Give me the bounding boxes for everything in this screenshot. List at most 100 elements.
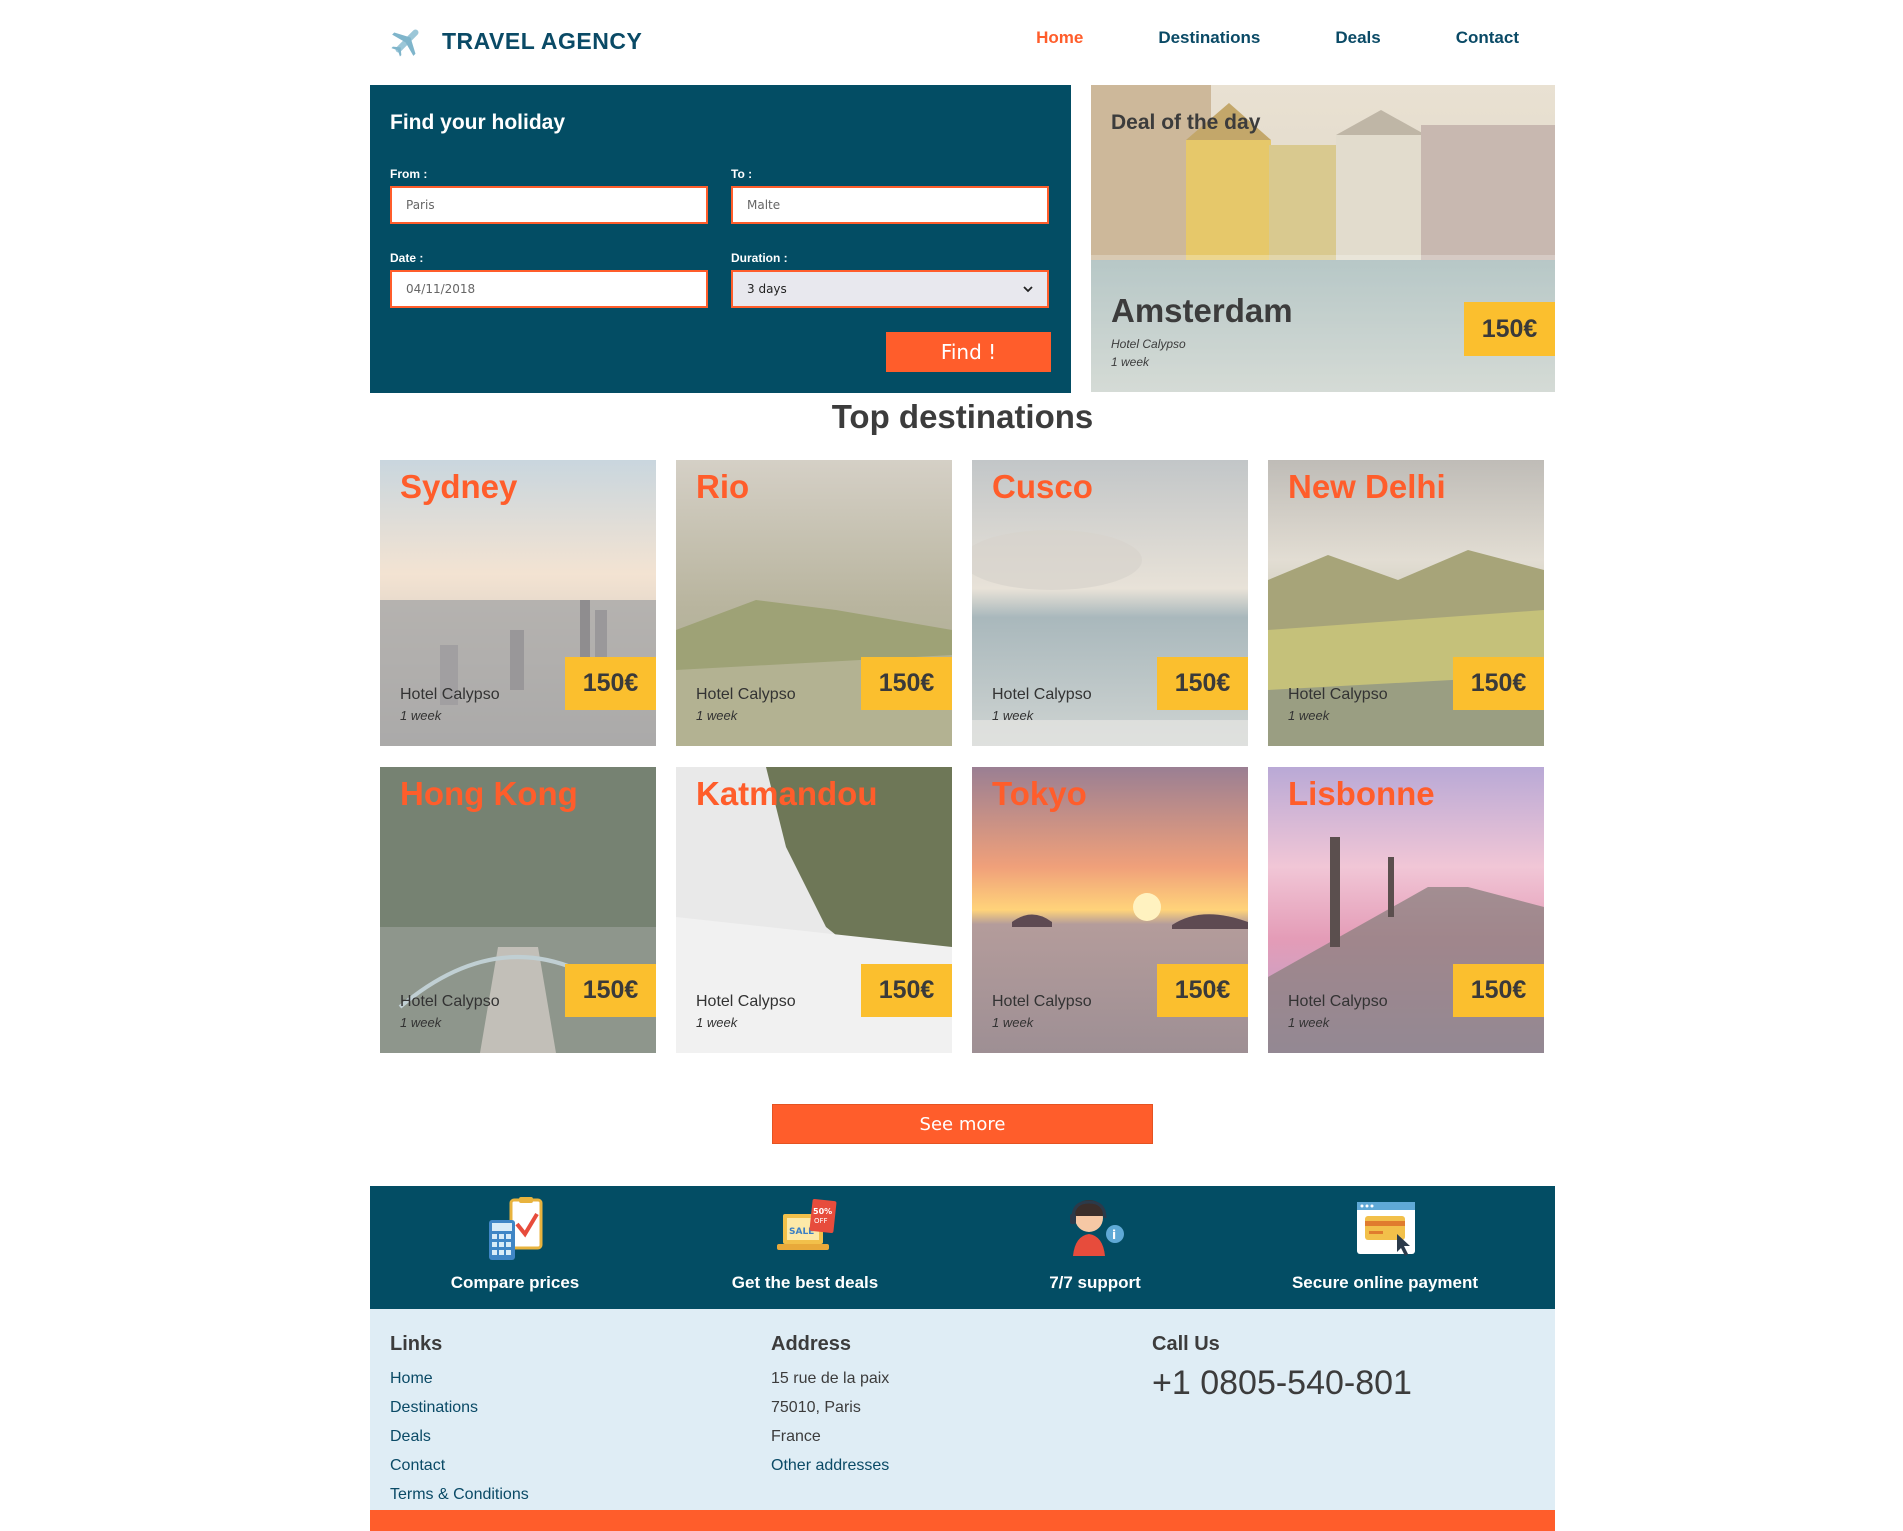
see-more-button[interactable]: See more <box>772 1104 1153 1144</box>
card-duration: 1 week <box>1288 708 1330 723</box>
airplane-icon <box>391 29 419 57</box>
destination-card[interactable]: Tokyo 150€ Hotel Calypso 1 week <box>972 767 1248 1053</box>
destination-card[interactable]: Hong Kong 150€ Hotel Calypso 1 week <box>380 767 656 1053</box>
laptop-sale-icon: SALE 50% OFF <box>777 1199 837 1250</box>
card-city: Sydney <box>400 468 518 505</box>
footer-address: Address 15 rue de la paix 75010, Paris F… <box>771 1333 889 1480</box>
footer-links: Links Home Destinations Deals Contact Te… <box>390 1333 529 1509</box>
phone-number[interactable]: +1 0805-540-801 <box>1152 1364 1412 1403</box>
calculator-checklist-icon <box>489 1197 543 1260</box>
card-price: 150€ <box>861 657 952 710</box>
card-city: Lisbonne <box>1288 775 1435 812</box>
to-field-group: To : Malte <box>731 167 1049 224</box>
svg-text:50%: 50% <box>813 1207 832 1216</box>
card-price: 150€ <box>1453 964 1544 1017</box>
card-duration: 1 week <box>696 708 738 723</box>
footer-bottom-bar <box>370 1510 1555 1531</box>
card-city: Hong Kong <box>400 775 578 812</box>
main-nav: Home Destinations Deals Contact <box>1036 28 1519 48</box>
card-duration: 1 week <box>400 708 442 723</box>
features-band: Compare prices SALE 50% OFF Get the best… <box>370 1186 1555 1309</box>
card-price: 150€ <box>1157 657 1248 710</box>
footer-link-destinations[interactable]: Destinations <box>390 1393 529 1422</box>
feature-label: Secure online payment <box>1291 1273 1479 1292</box>
feature-label: Get the best deals <box>731 1273 879 1292</box>
other-addresses-link[interactable]: Other addresses <box>771 1451 889 1480</box>
card-hotel: Hotel Calypso <box>696 686 796 703</box>
footer-call-us: Call Us +1 0805-540-801 <box>1152 1333 1412 1403</box>
card-duration: 1 week <box>400 1015 442 1030</box>
card-price: 150€ <box>565 964 656 1017</box>
nav-contact[interactable]: Contact <box>1456 28 1519 48</box>
footer-address-title: Address <box>771 1333 852 1355</box>
card-city: Cusco <box>992 468 1093 505</box>
footer-link-terms[interactable]: Terms & Conditions <box>390 1480 529 1509</box>
top-destinations-title: Top destinations <box>831 398 1094 435</box>
credit-card-window-icon <box>1357 1202 1415 1256</box>
feature-label: 7/7 support <box>1049 1273 1141 1292</box>
date-label: Date : <box>390 251 424 265</box>
destination-card[interactable]: Rio 150€ Hotel Calypso 1 week <box>676 460 952 746</box>
address-line: 15 rue de la paix <box>771 1370 890 1387</box>
address-line: France <box>771 1428 821 1445</box>
feature-label: Compare prices <box>450 1273 580 1292</box>
deal-title: Deal of the day <box>1111 111 1261 134</box>
footer-links-title: Links <box>390 1333 443 1355</box>
card-hotel: Hotel Calypso <box>400 686 500 703</box>
deal-duration: 1 week <box>1111 355 1150 369</box>
card-price: 150€ <box>1453 657 1544 710</box>
address-line: 75010, Paris <box>771 1399 861 1416</box>
nav-deals[interactable]: Deals <box>1335 28 1380 48</box>
destination-card[interactable]: New Delhi 150€ Hotel Calypso 1 week <box>1268 460 1544 746</box>
nav-home[interactable]: Home <box>1036 28 1083 48</box>
destination-card[interactable]: Katmandou 150€ Hotel Calypso 1 week <box>676 767 952 1053</box>
to-input[interactable]: Malte <box>731 186 1049 224</box>
logo[interactable]: TRAVEL AGENCY <box>390 24 642 58</box>
footer-link-deals[interactable]: Deals <box>390 1422 529 1451</box>
deal-price: 150€ <box>1464 302 1555 356</box>
find-button[interactable]: Find ! <box>886 332 1051 372</box>
card-city: Katmandou <box>696 775 878 812</box>
holiday-search-form: Find your holiday From : Paris To : Malt… <box>370 85 1071 393</box>
date-field-group: Date : 04/11/2018 <box>390 251 708 308</box>
card-price: 150€ <box>565 657 656 710</box>
logo-text: TRAVEL AGENCY <box>442 27 643 54</box>
support-agent-icon: i <box>1070 1200 1124 1256</box>
site-footer: Links Home Destinations Deals Contact Te… <box>370 1309 1555 1530</box>
deal-hotel: Hotel Calypso <box>1111 337 1186 351</box>
search-title: Find your holiday <box>390 111 566 134</box>
duration-label: Duration : <box>731 251 788 265</box>
deal-city: Amsterdam <box>1111 292 1293 329</box>
card-price: 150€ <box>1157 964 1248 1017</box>
card-duration: 1 week <box>992 708 1034 723</box>
site-header: TRAVEL AGENCY Home Destinations Deals Co… <box>370 0 1555 85</box>
date-input[interactable]: 04/11/2018 <box>390 270 708 308</box>
duration-field-group: Duration : 3 days <box>731 251 1049 308</box>
destination-card[interactable]: Sydney 150€ Hotel Calypso 1 week <box>380 460 656 746</box>
footer-link-contact[interactable]: Contact <box>390 1451 529 1480</box>
chevron-down-icon <box>1023 286 1033 293</box>
footer-link-home[interactable]: Home <box>390 1364 529 1393</box>
card-hotel: Hotel Calypso <box>1288 993 1388 1010</box>
from-label: From : <box>390 167 428 181</box>
footer-call-title: Call Us <box>1152 1333 1220 1355</box>
destination-card[interactable]: Cusco 150€ Hotel Calypso 1 week <box>972 460 1248 746</box>
card-city: Tokyo <box>992 775 1087 812</box>
card-hotel: Hotel Calypso <box>992 993 1092 1010</box>
card-duration: 1 week <box>696 1015 738 1030</box>
card-hotel: Hotel Calypso <box>696 993 796 1010</box>
card-hotel: Hotel Calypso <box>992 686 1092 703</box>
to-label: To : <box>731 167 753 181</box>
svg-text:OFF: OFF <box>814 1217 828 1225</box>
card-city: Rio <box>696 468 750 505</box>
svg-text:i: i <box>1112 1228 1116 1242</box>
card-hotel: Hotel Calypso <box>1288 686 1388 703</box>
card-duration: 1 week <box>992 1015 1034 1030</box>
destination-card[interactable]: Lisbonne 150€ Hotel Calypso 1 week <box>1268 767 1544 1053</box>
nav-destinations[interactable]: Destinations <box>1158 28 1260 48</box>
deal-of-the-day[interactable]: Deal of the day Amsterdam Hotel Calypso … <box>1091 85 1555 392</box>
from-input[interactable]: Paris <box>390 186 708 224</box>
card-duration: 1 week <box>1288 1015 1330 1030</box>
duration-select[interactable]: 3 days <box>731 270 1049 308</box>
card-city: New Delhi <box>1288 468 1446 505</box>
